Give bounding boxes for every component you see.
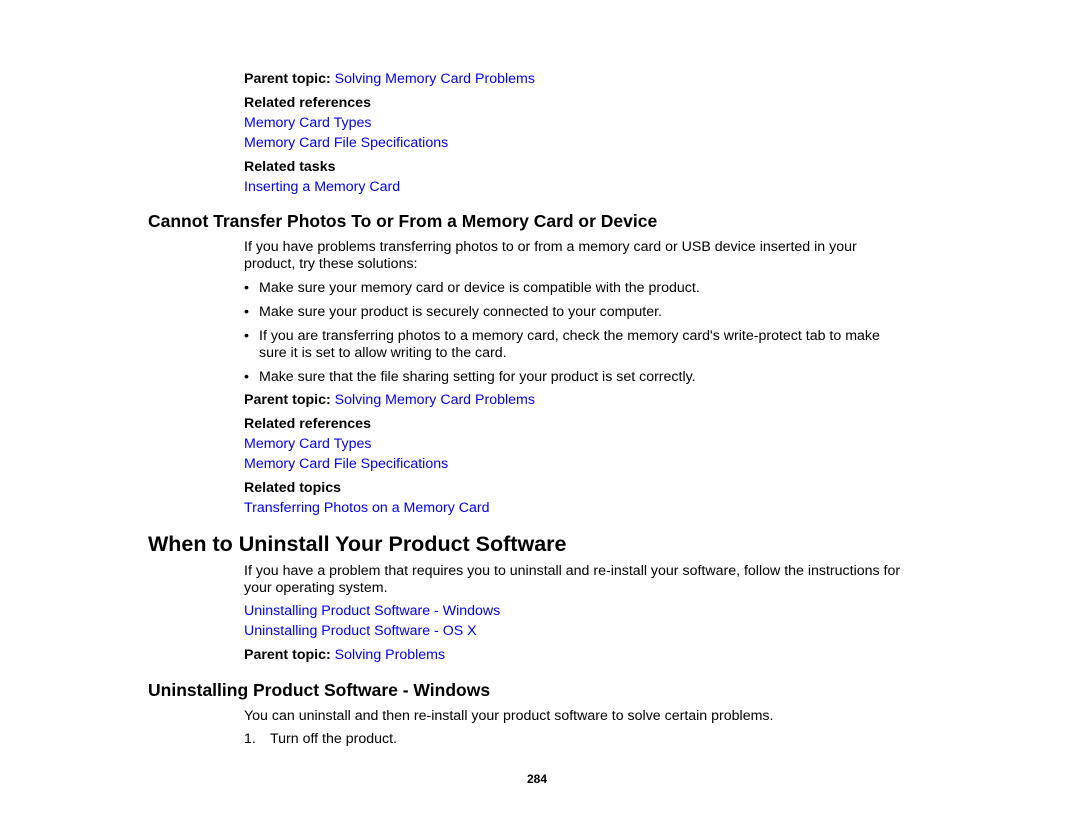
section-heading-transfer: Cannot Transfer Photos To or From a Memo…	[148, 211, 658, 231]
section-heading-uninstall: When to Uninstall Your Product Software	[148, 532, 567, 556]
uninstall-intro-line2: your operating system.	[244, 580, 388, 596]
uninstall-intro-line1: If you have a problem that requires you …	[244, 563, 901, 579]
parent-topic-label: Parent topic:	[244, 392, 331, 408]
step-number: 1.	[244, 731, 256, 747]
link-memory-card-file-specs[interactable]: Memory Card File Specifications	[244, 135, 448, 152]
windows-intro: You can uninstall and then re-install yo…	[244, 708, 774, 724]
link-inserting-memory-card[interactable]: Inserting a Memory Card	[244, 179, 400, 196]
related-topics-heading: Related topics	[244, 480, 341, 496]
related-references-heading: Related references	[244, 416, 371, 432]
bullet-marker: •	[244, 369, 249, 385]
link-memory-card-types[interactable]: Memory Card Types	[244, 115, 371, 132]
bullet-item: • Make sure that the file sharing settin…	[244, 369, 944, 386]
step-text: Turn off the product.	[270, 731, 397, 747]
link-memory-card-file-specs[interactable]: Memory Card File Specifications	[244, 456, 448, 473]
related-references-heading: Related references	[244, 95, 371, 111]
bullet-marker: •	[244, 328, 249, 344]
link-transferring-photos[interactable]: Transferring Photos on a Memory Card	[244, 500, 490, 517]
bullet-marker: •	[244, 280, 249, 296]
parent-topic-line: Parent topic: Solving Memory Card Proble…	[244, 392, 535, 409]
link-uninstall-windows[interactable]: Uninstalling Product Software - Windows	[244, 603, 500, 620]
parent-topic-label: Parent topic:	[244, 71, 331, 87]
bullet-item: • Make sure your memory card or device i…	[244, 280, 944, 297]
parent-topic-link[interactable]: Solving Memory Card Problems	[335, 71, 535, 87]
transfer-intro-line1: If you have problems transferring photos…	[244, 239, 857, 255]
bullet-marker: •	[244, 304, 249, 320]
bullet-item: • If you are transferring photos to a me…	[244, 328, 944, 362]
parent-topic-line: Parent topic: Solving Memory Card Proble…	[244, 71, 535, 88]
bullet-text: Make sure your product is securely conne…	[259, 304, 662, 320]
page-number: 284	[527, 772, 548, 786]
bullet-text: Make sure your memory card or device is …	[259, 280, 700, 296]
link-uninstall-osx[interactable]: Uninstalling Product Software - OS X	[244, 623, 477, 640]
parent-topic-link[interactable]: Solving Problems	[335, 647, 445, 663]
bullet-text-cont: sure it is set to allow writing to the c…	[259, 345, 507, 361]
parent-topic-label: Parent topic:	[244, 647, 331, 663]
related-tasks-heading: Related tasks	[244, 159, 336, 175]
bullet-text: If you are transferring photos to a memo…	[259, 328, 880, 344]
bullet-text: Make sure that the file sharing setting …	[259, 369, 696, 385]
link-memory-card-types[interactable]: Memory Card Types	[244, 436, 371, 453]
section-heading-uninstall-windows: Uninstalling Product Software - Windows	[148, 680, 491, 700]
transfer-intro-line2: product, try these solutions:	[244, 256, 418, 272]
parent-topic-line: Parent topic: Solving Problems	[244, 647, 445, 664]
bullet-item: • Make sure your product is securely con…	[244, 304, 944, 321]
parent-topic-link[interactable]: Solving Memory Card Problems	[335, 392, 535, 408]
step-item: 1. Turn off the product.	[244, 731, 397, 748]
